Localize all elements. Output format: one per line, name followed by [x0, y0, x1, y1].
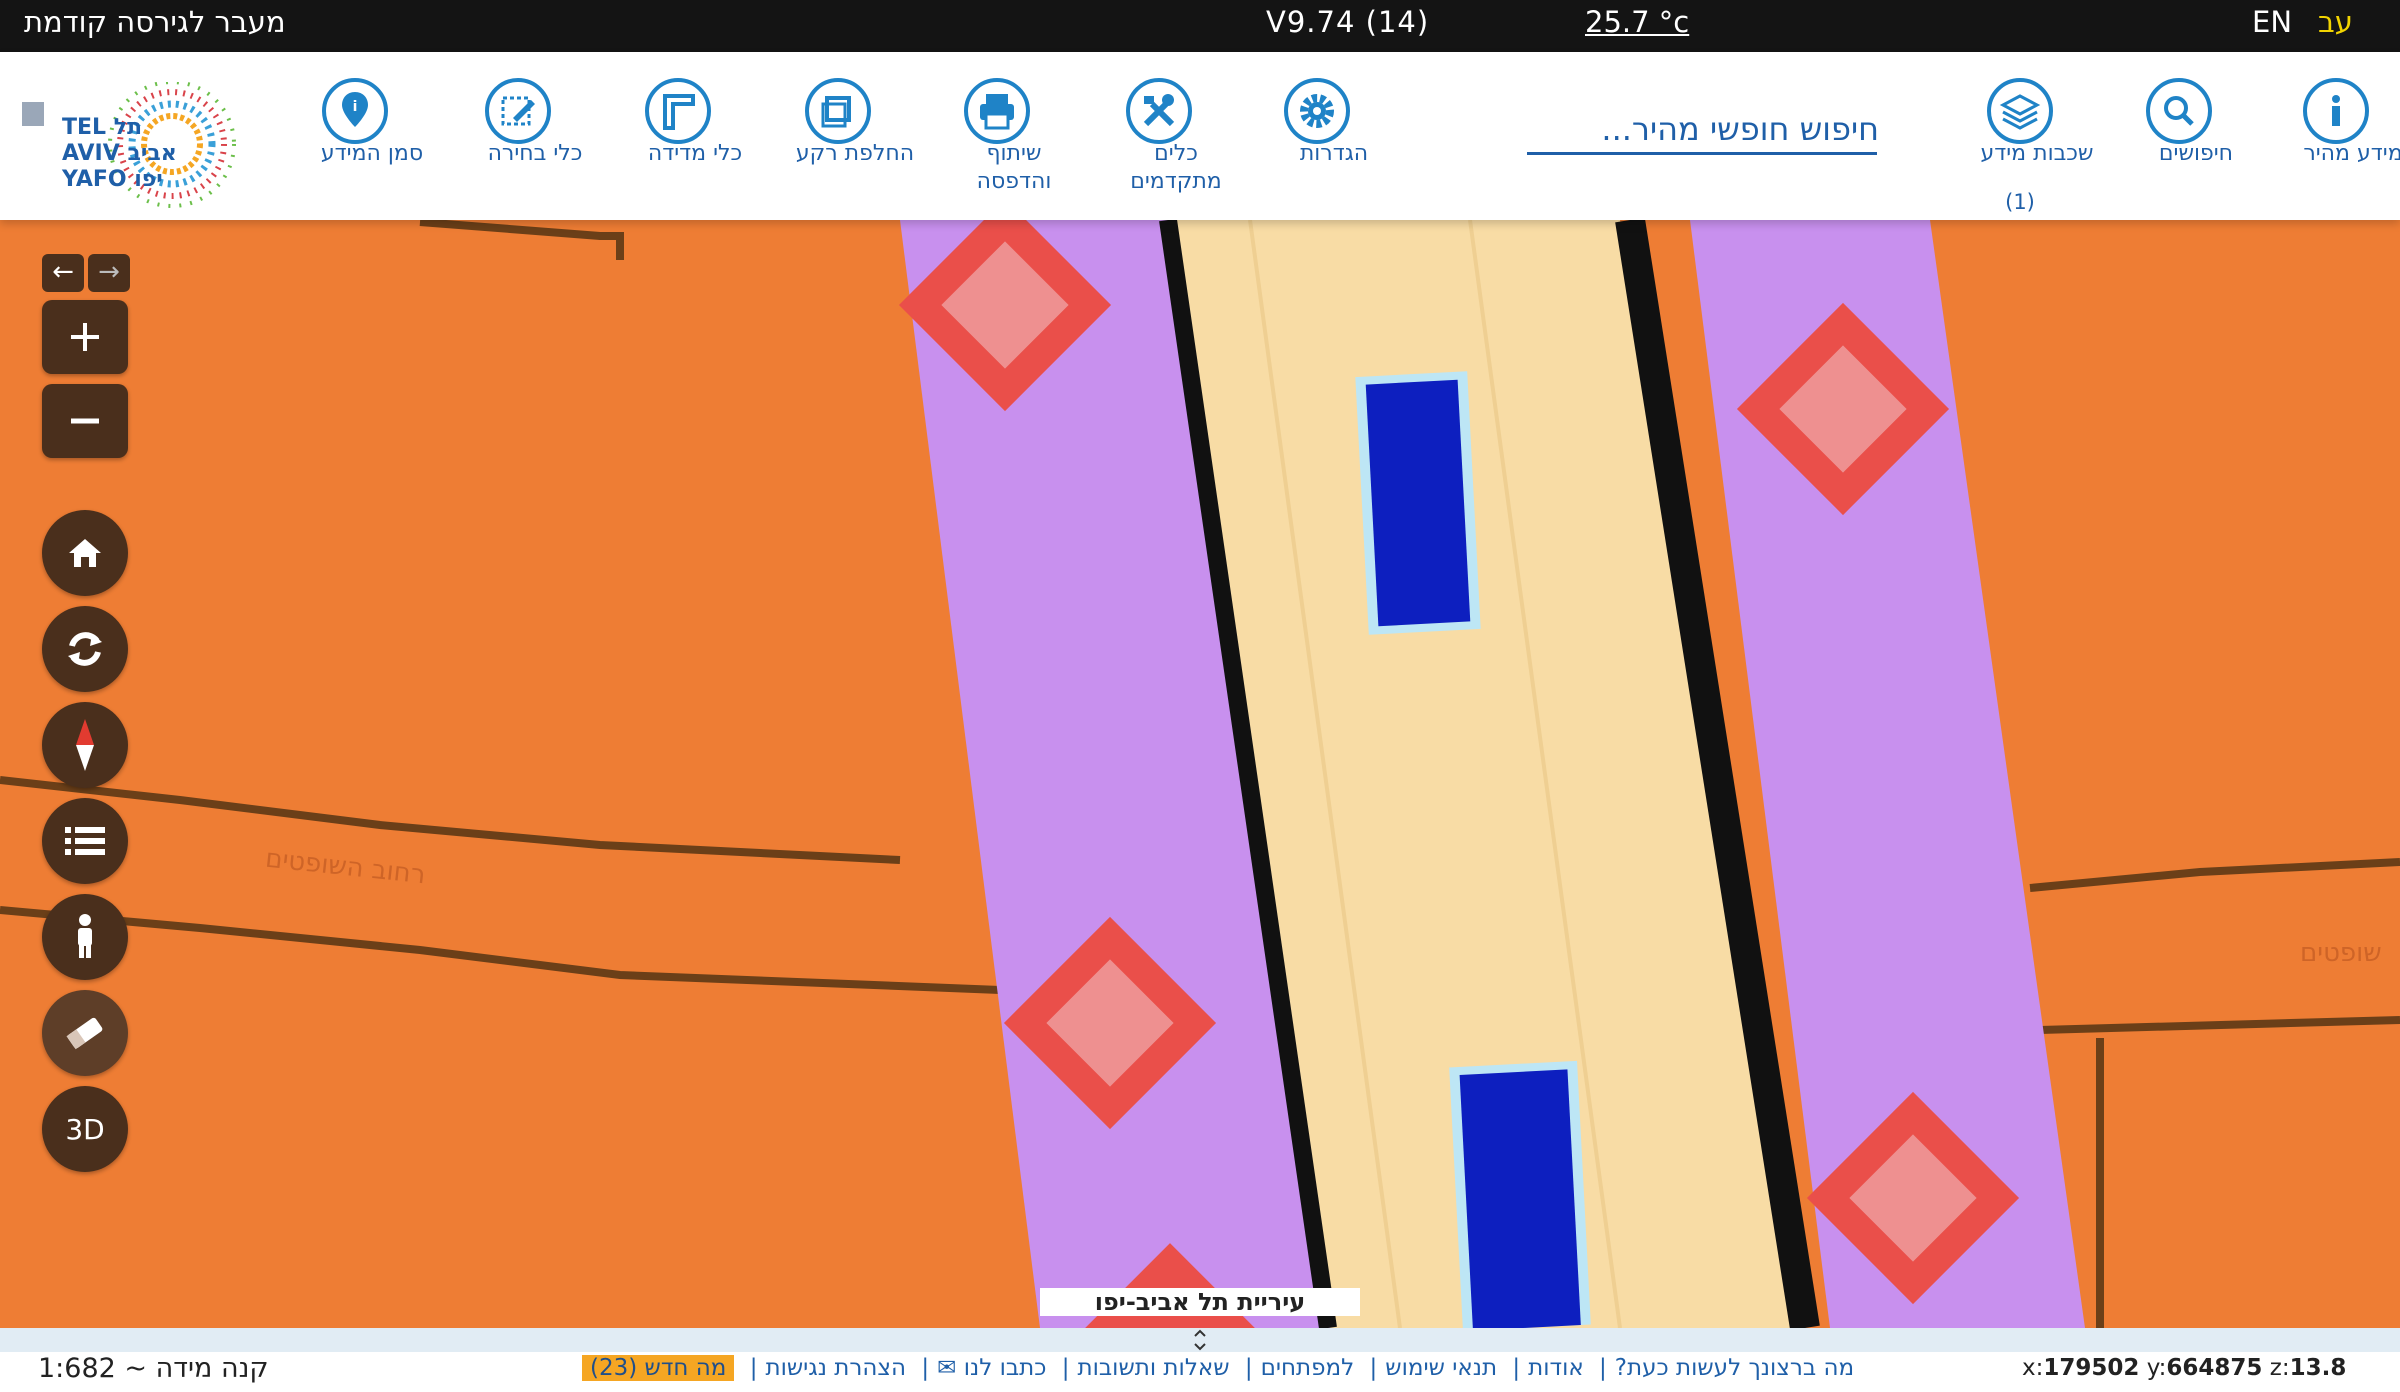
quick-info-label: מידע מהיר	[2303, 141, 2400, 166]
tel-aviv-logo[interactable]: TEL תל AVIV אביב YAFO יפו	[22, 80, 252, 212]
history-arrows: ← →	[42, 254, 130, 292]
map-graphics	[0, 220, 2400, 1328]
marker-tool-label: סמן המידע	[320, 141, 424, 166]
logo-emblem	[22, 102, 44, 126]
info-icon	[2303, 78, 2369, 144]
layers-count: (1)	[2005, 190, 2035, 214]
measure-tool-label: כלי מדידה	[647, 141, 743, 166]
printer-icon	[964, 78, 1030, 144]
footer-link-about[interactable]: אודות	[1528, 1355, 1584, 1381]
footer-link-developers[interactable]: למפתחים	[1261, 1355, 1355, 1381]
zoom-in-icon[interactable]	[42, 300, 128, 374]
refresh-icon[interactable]	[42, 606, 128, 692]
person-icon[interactable]	[42, 894, 128, 980]
map-canvas[interactable]: רחוב השופטים שופטים עיריית תל אביב-יפו	[0, 220, 2400, 1328]
list-icon[interactable]	[42, 798, 128, 884]
advanced-tools-label: כלים מתקדמים	[1130, 141, 1222, 194]
logo-line-3: YAFO יפו	[61, 167, 163, 192]
quick-search-field[interactable]	[1527, 104, 1881, 155]
tools-icon	[1126, 78, 1192, 144]
previous-version-link[interactable]: מעבר לגירסה קודמת	[24, 0, 286, 52]
coordinates-readout: x:179502 y:664875 z:13.8	[2022, 1355, 2347, 1381]
logo-line-2: AVIV אביב	[62, 141, 177, 166]
whats-new-badge[interactable]: מה חדש (23)	[582, 1355, 735, 1381]
city-attribution-label: עיריית תל אביב-יפו	[1040, 1288, 1360, 1316]
coord-x: 179502	[2043, 1355, 2140, 1381]
svg-text:i: i	[353, 99, 358, 115]
home-icon[interactable]	[42, 510, 128, 596]
select-tool-label: כלי בחירה	[487, 141, 583, 166]
footer-link-faq[interactable]: שאלות ותשובות	[1078, 1355, 1230, 1381]
version-label: V9.74 (14)	[1266, 5, 1430, 39]
compass-icon[interactable]	[42, 702, 128, 788]
arrow-right-icon[interactable]: →	[88, 254, 130, 292]
footer-links: מה ברצונך לעשות כעת?| אודות| תנאי שימוש|…	[578, 1355, 1858, 1381]
scale-readout: קנה מידה ~ 1:682	[38, 1353, 269, 1384]
language-en[interactable]: EN	[2252, 0, 2292, 52]
footer-link-accessibility[interactable]: הצהרת נגישות	[765, 1355, 906, 1381]
basemap-label: החלפת רקע	[795, 141, 915, 166]
searches-label: חיפושים	[2158, 141, 2234, 166]
street-label-shoftim-2: שופטים	[2300, 938, 2382, 968]
footer-link-terms[interactable]: תנאי שימוש	[1385, 1355, 1497, 1381]
coord-y: 664875	[2166, 1355, 2263, 1381]
toolbar: TEL תל AVIV אביב YAFO יפו i סמן המידע כל…	[0, 52, 2400, 220]
logo-line-1: TEL תל	[62, 115, 142, 140]
arrow-left-icon[interactable]: ←	[42, 254, 84, 292]
settings-label: הגדרות	[1299, 141, 1369, 166]
layers-label: שכבות מידע	[1980, 141, 2094, 166]
layers-square-icon	[805, 78, 871, 144]
footer-link-what-to-do[interactable]: מה ברצונך לעשות כעת?	[1615, 1355, 1854, 1381]
3d-label: 3D	[65, 1112, 105, 1146]
coord-z: 13.8	[2289, 1355, 2347, 1381]
ruler-icon	[645, 78, 711, 144]
quick-search-input[interactable]	[1527, 104, 1881, 154]
3d-button[interactable]: 3D	[42, 1086, 128, 1172]
eraser-icon[interactable]	[42, 990, 128, 1076]
footer-link-contact[interactable]: כתבו לנו ✉	[937, 1355, 1046, 1381]
panel-resize-handle[interactable]	[0, 1328, 2400, 1352]
vehicle-1	[1355, 371, 1481, 635]
gear-icon	[1284, 78, 1350, 144]
select-pencil-icon	[485, 78, 551, 144]
top-bar: מעבר לגירסה קודמת V9.74 (14) 25.7 °c EN …	[0, 0, 2400, 52]
search-icon	[2146, 78, 2212, 144]
language-he[interactable]: עב	[2318, 0, 2353, 52]
share-print-label: שיתוף והדפסה	[976, 141, 1052, 194]
vehicle-2	[1449, 1060, 1591, 1328]
stacked-layers-icon	[1987, 78, 2053, 144]
expand-arrows-icon	[1194, 1329, 1206, 1351]
temperature-link[interactable]: 25.7 °c	[1585, 0, 1689, 52]
bottom-bar: קנה מידה ~ 1:682 מה ברצונך לעשות כעת?| א…	[0, 1328, 2400, 1392]
zoom-out-icon[interactable]	[42, 384, 128, 458]
map-pin-icon: i	[322, 78, 388, 144]
